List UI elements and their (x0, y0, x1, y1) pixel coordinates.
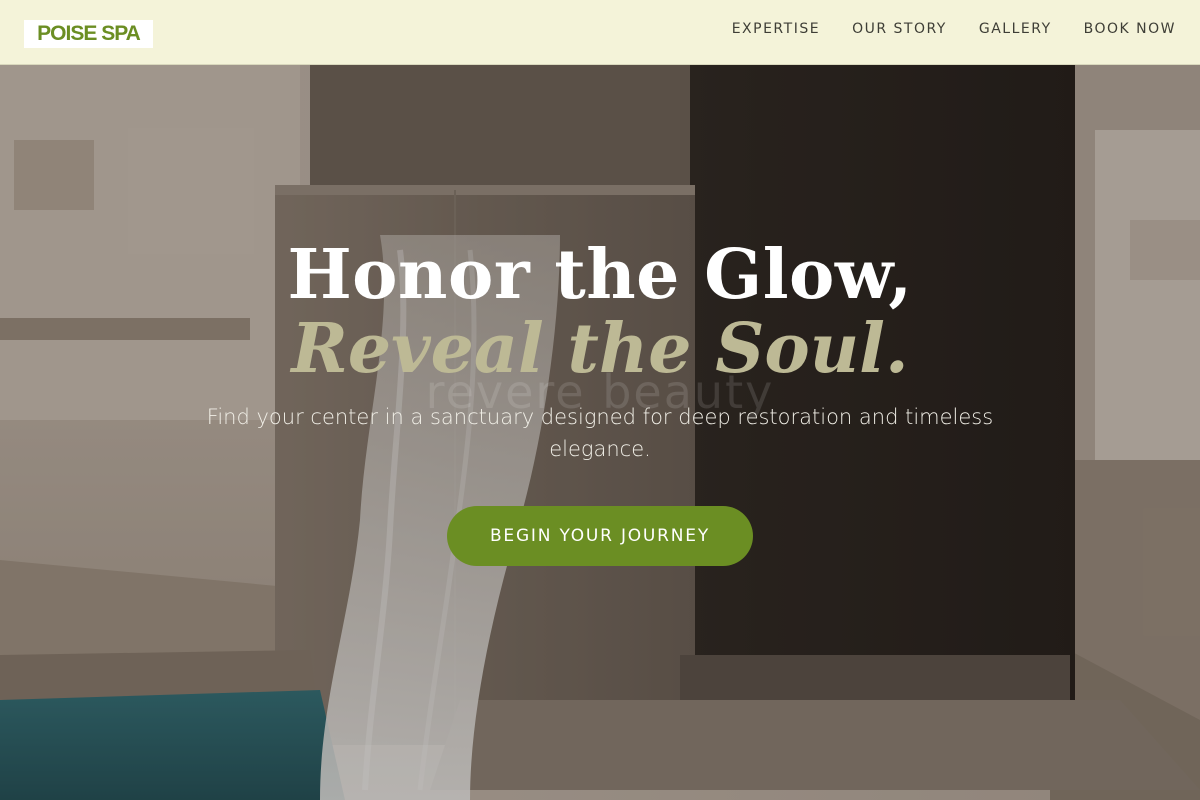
logo-text: POISE SPA (37, 22, 141, 45)
begin-journey-button[interactable]: BEGIN YOUR JOURNEY (447, 506, 753, 566)
nav-link-book-now[interactable]: BOOK NOW (1084, 21, 1176, 37)
hero-headline-line-1: Honor the Glow, (287, 235, 913, 315)
nav-link-our-story[interactable]: OUR STORY (852, 21, 947, 37)
nav-link-gallery[interactable]: GALLERY (979, 21, 1052, 37)
logo[interactable]: POISE SPA (24, 20, 153, 48)
site-header: POISE SPA EXPERTISE OUR STORY GALLERY BO… (0, 0, 1200, 65)
hero-section: revere beauty Honor the Glow, Reveal the… (0, 65, 1200, 800)
hero-subtext: Find your center in a sanctuary designed… (206, 405, 994, 461)
nav-link-expertise[interactable]: EXPERTISE (732, 21, 820, 37)
main-nav: EXPERTISE OUR STORY GALLERY BOOK NOW (732, 21, 1176, 37)
hero-headline-line-2: Reveal the Soul. (291, 309, 909, 389)
